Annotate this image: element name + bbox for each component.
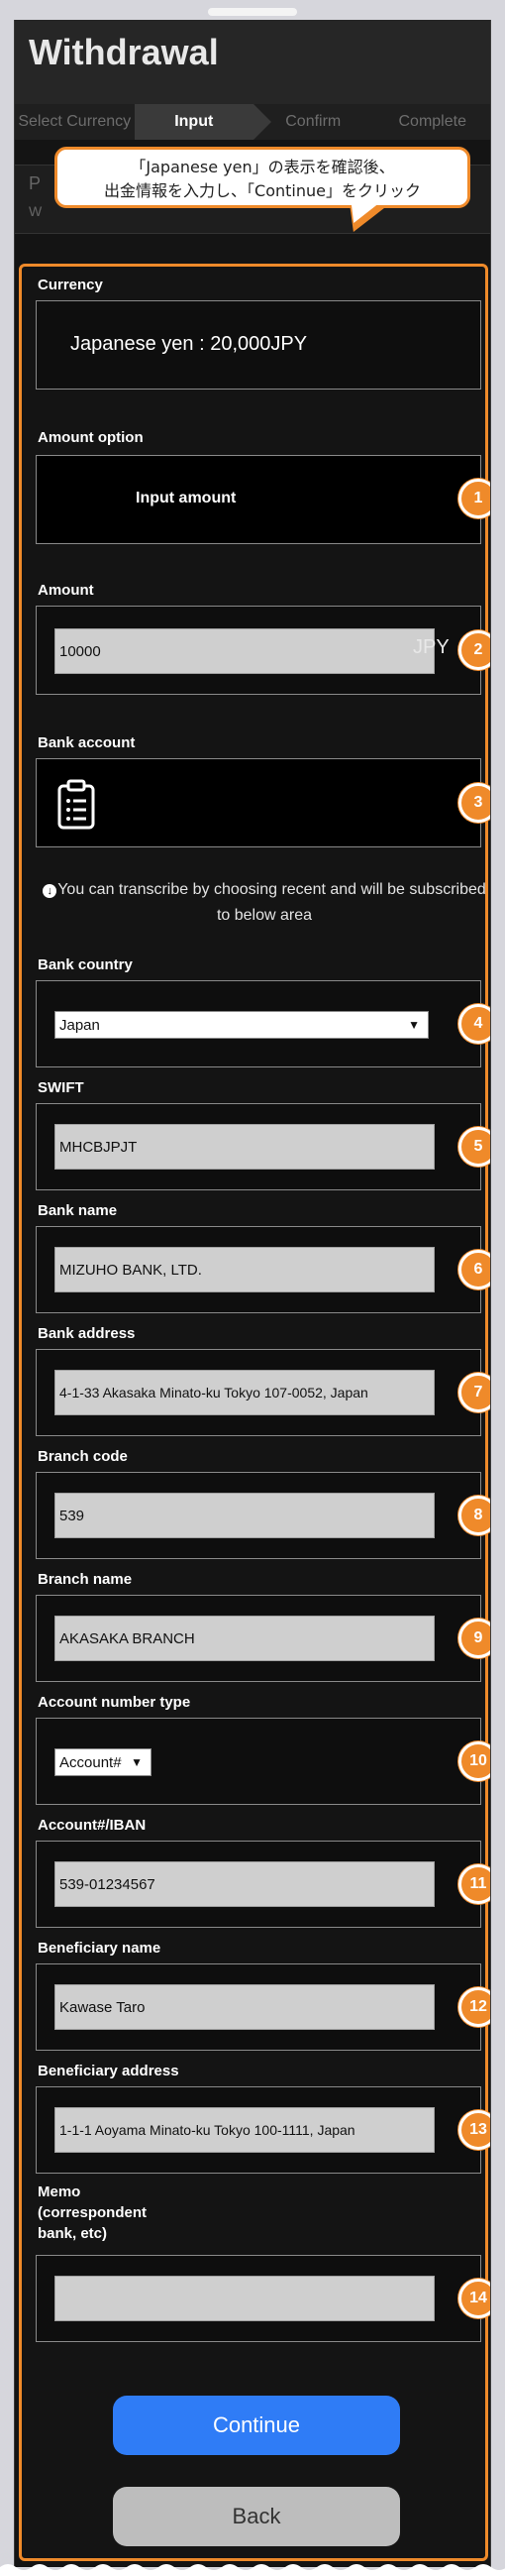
info-line-1: You can transcribe by choosing recent an… bbox=[57, 881, 486, 898]
amount-label: Amount bbox=[38, 582, 94, 599]
callout-badge-9: 9 bbox=[458, 1619, 490, 1658]
step-select-currency: Select Currency bbox=[18, 113, 132, 130]
bank-address-box: 4-1-33 Akasaka Minato-ku Tokyo 107-0052,… bbox=[36, 1349, 481, 1436]
currency-value: Japanese yen : 20,000JPY bbox=[70, 333, 308, 355]
bank-account-box[interactable] bbox=[36, 758, 481, 847]
branch-code-input[interactable]: 539 bbox=[54, 1493, 435, 1538]
beneficiary-address-box: 1-1-1 Aoyama Minato-ku Tokyo 100-1111, J… bbox=[36, 2086, 481, 2174]
bank-account-label: Bank account bbox=[38, 734, 136, 751]
torn-edge bbox=[0, 2564, 505, 2576]
amount-box: 10000 JPY bbox=[36, 606, 481, 695]
bank-name-input[interactable]: MIZUHO BANK, LTD. bbox=[54, 1247, 435, 1292]
callout-badge-7: 7 bbox=[458, 1373, 490, 1412]
step-confirm: Confirm bbox=[285, 113, 342, 130]
memo-label: Memo (correspondent bank, etc) bbox=[38, 2182, 147, 2244]
currency-label: Currency bbox=[38, 277, 103, 293]
callout-badge-8: 8 bbox=[458, 1496, 490, 1535]
down-arrow-circle-icon: ↓ bbox=[43, 884, 57, 898]
account-iban-label: Account#/IBAN bbox=[38, 1817, 147, 1834]
instruction-callout: 「Japanese yen」の表示を確認後、 出金情報を入力し、「Continu… bbox=[54, 147, 470, 208]
beneficiary-name-box: Kawase Taro bbox=[36, 1963, 481, 2051]
bank-country-select[interactable]: Japan ▼ bbox=[54, 1011, 429, 1039]
bank-country-box: Japan ▼ bbox=[36, 980, 481, 1067]
memo-label-line-1: Memo bbox=[38, 2184, 81, 2200]
hidden-row-text-1: P bbox=[29, 173, 42, 193]
hidden-row-text-2: W bbox=[29, 203, 43, 219]
account-number-type-box: Account# ▼ bbox=[36, 1718, 481, 1805]
branch-name-input[interactable]: AKASAKA BRANCH bbox=[54, 1616, 435, 1661]
branch-name-box: AKASAKA BRANCH bbox=[36, 1595, 481, 1682]
callout-badge-4: 4 bbox=[458, 1004, 490, 1044]
drag-handle bbox=[208, 8, 297, 16]
amount-input[interactable]: 10000 bbox=[54, 628, 435, 674]
memo-label-line-3: bank, etc) bbox=[38, 2225, 108, 2242]
callout-badge-13: 13 bbox=[458, 2110, 490, 2150]
bank-country-value: Japan bbox=[59, 1016, 100, 1034]
beneficiary-address-input[interactable]: 1-1-1 Aoyama Minato-ku Tokyo 100-1111, J… bbox=[54, 2107, 435, 2153]
amount-option-value[interactable]: Input amount bbox=[136, 490, 236, 507]
callout-badge-11: 11 bbox=[458, 1864, 490, 1904]
phone-screen: Withdrawal Select Currency Input Confirm… bbox=[14, 20, 491, 2567]
chevron-down-icon: ▼ bbox=[408, 1018, 420, 1032]
amount-option-box[interactable]: Input amount bbox=[36, 455, 481, 544]
branch-name-label: Branch name bbox=[38, 1571, 133, 1588]
swift-box: MHCBJPJT bbox=[36, 1103, 481, 1190]
account-iban-input[interactable]: 539-01234567 bbox=[54, 1861, 435, 1907]
currency-box: Japanese yen : 20,000JPY bbox=[36, 300, 481, 390]
callout-line-1: 「Japanese yen」の表示を確認後、 bbox=[130, 158, 395, 176]
bank-address-label: Bank address bbox=[38, 1325, 136, 1342]
swift-label: SWIFT bbox=[38, 1079, 84, 1096]
callout-badge-2: 2 bbox=[458, 630, 490, 670]
bank-name-label: Bank name bbox=[38, 1202, 118, 1219]
callout-badge-14: 14 bbox=[458, 2279, 490, 2318]
transcribe-info: ↓ You can transcribe by choosing recent a… bbox=[42, 877, 487, 929]
step-progress: Select Currency Input Confirm Complete bbox=[15, 104, 490, 140]
bank-country-label: Bank country bbox=[38, 956, 133, 973]
callout-badge-3: 3 bbox=[458, 783, 490, 823]
account-number-type-label: Account number type bbox=[38, 1694, 191, 1711]
clipboard-icon[interactable] bbox=[56, 779, 96, 831]
callout-badge-1: 1 bbox=[458, 479, 490, 518]
page-title: Withdrawal bbox=[29, 32, 219, 72]
swift-input[interactable]: MHCBJPJT bbox=[54, 1124, 435, 1170]
chevron-down-icon: ▼ bbox=[131, 1755, 143, 1769]
beneficiary-name-input[interactable]: Kawase Taro bbox=[54, 1984, 435, 2030]
amount-unit: JPY bbox=[413, 636, 450, 658]
memo-input[interactable] bbox=[54, 2276, 435, 2321]
memo-label-line-2: (correspondent bbox=[38, 2204, 148, 2221]
bank-name-box: MIZUHO BANK, LTD. bbox=[36, 1226, 481, 1313]
callout-badge-5: 5 bbox=[458, 1127, 490, 1167]
withdrawal-form: Currency Japanese yen : 20,000JPY Amount… bbox=[19, 264, 490, 2561]
beneficiary-address-label: Beneficiary address bbox=[38, 2063, 179, 2079]
account-iban-box: 539-01234567 bbox=[36, 1841, 481, 1928]
step-input: Input bbox=[134, 104, 271, 140]
callout-line-2: 出金情報を入力し、「Continue」をクリック bbox=[104, 181, 421, 200]
callout-badge-10: 10 bbox=[458, 1741, 490, 1781]
info-line-2: to below area bbox=[216, 907, 313, 924]
beneficiary-name-label: Beneficiary name bbox=[38, 1940, 161, 1957]
memo-box bbox=[36, 2255, 481, 2342]
account-number-type-select[interactable]: Account# ▼ bbox=[54, 1748, 152, 1776]
callout-badge-6: 6 bbox=[458, 1250, 490, 1289]
account-number-type-value: Account# bbox=[59, 1753, 122, 1771]
bank-address-input[interactable]: 4-1-33 Akasaka Minato-ku Tokyo 107-0052,… bbox=[54, 1370, 435, 1415]
back-button[interactable]: Back bbox=[113, 2487, 400, 2546]
continue-button[interactable]: Continue bbox=[113, 2396, 400, 2455]
branch-code-box: 539 bbox=[36, 1472, 481, 1559]
step-complete: Complete bbox=[398, 113, 466, 130]
amount-option-label: Amount option bbox=[38, 429, 144, 446]
branch-code-label: Branch code bbox=[38, 1448, 128, 1465]
callout-badge-12: 12 bbox=[458, 1987, 490, 2027]
